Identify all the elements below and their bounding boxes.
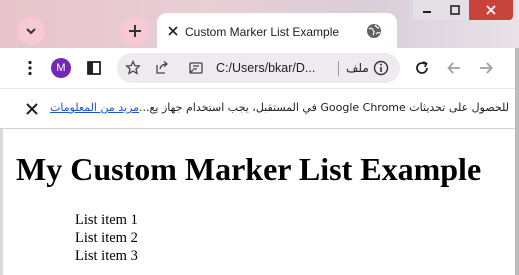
window-close-icon	[486, 5, 496, 15]
side-panel-button[interactable]	[84, 58, 104, 78]
scheme-label: ملف	[346, 61, 369, 75]
tab-close-button[interactable]	[165, 23, 181, 39]
url-divider	[338, 61, 339, 76]
close-icon	[168, 26, 178, 36]
page-heading: My Custom Marker List Example	[16, 151, 482, 187]
side-panel-icon	[87, 61, 101, 75]
close-window-button[interactable]	[469, 0, 513, 20]
profile-avatar[interactable]: M	[51, 58, 71, 78]
tab-search-button[interactable]	[17, 17, 45, 45]
close-icon	[26, 103, 38, 115]
forward-button[interactable]	[476, 58, 496, 78]
tab-title: Custom Marker List Example	[185, 25, 340, 39]
plus-icon	[129, 25, 141, 37]
reload-icon	[416, 61, 428, 74]
learn-more-link[interactable]: مزيد من المعلومات	[50, 101, 139, 114]
infobar-message-text: للحصول على تحديثات Google Chrome في المس…	[139, 101, 509, 114]
list-item: List item 1	[75, 212, 138, 228]
globe-icon	[367, 24, 381, 38]
window-controls	[413, 0, 513, 20]
minimize-icon	[423, 11, 431, 13]
toolbar: M C:/Users/bkar/D... ملف	[0, 48, 519, 88]
minimize-button[interactable]	[413, 0, 441, 20]
url-text: C:/Users/bkar/D...	[216, 61, 316, 75]
tab-active[interactable]: Custom Marker List Example	[157, 13, 397, 48]
address-bar[interactable]: C:/Users/bkar/D... ملف	[117, 53, 400, 83]
page-left-border	[0, 129, 3, 275]
update-infobar: للحصول على تحديثات Google Chrome في المس…	[0, 88, 519, 129]
infobar-message: للحصول على تحديثات Google Chrome في المس…	[50, 101, 509, 114]
forward-arrow-icon	[480, 62, 493, 74]
new-tab-button[interactable]	[121, 17, 149, 45]
list-item: List item 2	[75, 230, 138, 246]
info-icon[interactable]	[373, 60, 389, 76]
back-arrow-icon	[447, 62, 460, 74]
list-item: List item 3	[75, 248, 138, 264]
extension-icon[interactable]	[188, 60, 204, 76]
share-icon[interactable]	[154, 60, 170, 76]
chevron-down-icon	[26, 28, 36, 35]
page-viewport: My Custom Marker List Example List item …	[0, 129, 519, 275]
menu-button[interactable]	[20, 58, 40, 78]
reload-button[interactable]	[412, 58, 432, 78]
window-right-border	[515, 48, 519, 275]
more-vert-icon	[28, 60, 32, 76]
back-button[interactable]	[444, 58, 464, 78]
custom-marker-list: List item 1 List item 2 List item 3	[75, 211, 138, 265]
maximize-button[interactable]	[441, 0, 469, 20]
browser-window: Custom Marker List Example M C:/Users/bk…	[0, 0, 519, 275]
star-icon[interactable]	[125, 60, 141, 76]
maximize-icon	[450, 5, 460, 15]
tab-strip: Custom Marker List Example	[0, 0, 519, 48]
infobar-close-button[interactable]	[24, 101, 40, 117]
